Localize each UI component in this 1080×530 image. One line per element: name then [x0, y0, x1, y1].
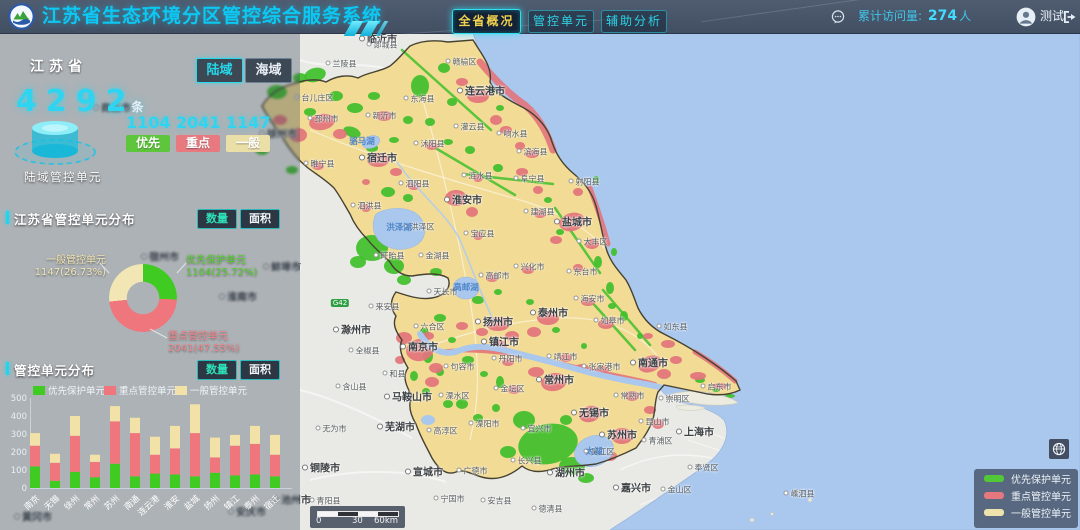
svg-text:无锡: 无锡	[43, 493, 63, 512]
total-units-unit: 条	[132, 100, 145, 114]
visit-counter-label: 累计访问量:	[858, 9, 922, 23]
svg-text:苏州: 苏州	[102, 493, 122, 513]
map-legend: 优先保护单元重点管控单元一般管控单元	[974, 469, 1078, 528]
app-header: 江苏省生态环境分区管控综合服务系统 全省概况 管控单元 辅助分析 累计访问量: …	[0, 0, 1080, 34]
svg-text:南京: 南京	[22, 493, 42, 513]
tab-area-bars[interactable]: 面积	[240, 360, 280, 380]
nav-control-units[interactable]: 管控单元	[528, 10, 594, 33]
nav-aux-analysis[interactable]: 辅助分析	[601, 10, 667, 33]
svg-text:优先保护单元: 优先保护单元	[48, 385, 106, 397]
svg-text:一般管控单元: 一般管控单元	[190, 385, 248, 397]
svg-text:扬州: 扬州	[202, 493, 222, 513]
cylinder-graphic	[10, 110, 100, 176]
scalebar-tick: 30	[352, 516, 363, 526]
svg-text:盐城: 盐城	[182, 493, 202, 513]
app-root: 临沂市连云港市宿迁市淮安市盐城市扬州市泰州市南京市镇江市常州市无锡市苏州市南通市…	[0, 0, 1080, 530]
svg-text:连云港: 连云港	[136, 493, 163, 519]
map-legend-row: 重点管控单元	[974, 487, 1078, 504]
stat-general: 1147 一般	[226, 113, 270, 152]
stat-general-value: 1147	[226, 113, 270, 132]
section-title-distribution: 江苏省管控单元分布	[14, 209, 136, 228]
app-logo-icon	[8, 3, 35, 30]
svg-text:0: 0	[22, 484, 27, 494]
stat-priority: 1104 优先	[126, 113, 170, 152]
tab-count-donut[interactable]: 数量	[197, 209, 237, 229]
legend-label: 一般管控单元	[1011, 505, 1071, 520]
nav-province-overview[interactable]: 全省概况	[452, 9, 521, 34]
donut-label-general: 一般管控单元1147(26.73%)	[22, 255, 106, 279]
app-title: 江苏省生态环境分区管控综合服务系统	[42, 0, 382, 33]
user-name: 测试	[1040, 0, 1064, 33]
region-label: 江苏省	[30, 56, 87, 76]
section-marker	[6, 211, 9, 224]
svg-text:300: 300	[11, 430, 27, 440]
tab-area-donut[interactable]: 面积	[240, 209, 280, 229]
visit-counter-value: 274	[926, 8, 959, 24]
svg-text:400: 400	[11, 412, 27, 422]
svg-text:重点管控单元: 重点管控单元	[119, 385, 177, 397]
visit-counter-unit: 人	[959, 9, 971, 23]
tab-sea[interactable]: 海域	[245, 58, 292, 83]
section-title-bars: 管控单元分布	[14, 360, 95, 379]
donut-chart[interactable]	[109, 264, 177, 332]
bar-chart[interactable]: 优先保护单元 重点管控单元 一般管控单元 0 100 200 300 400 500 南京无锡徐州…	[0, 383, 300, 530]
legend-swatch	[984, 475, 1004, 482]
stat-key-value: 2041	[176, 113, 220, 132]
basemap-toggle-button[interactable]	[1049, 439, 1069, 459]
legend-label: 重点管控单元	[1011, 488, 1071, 503]
globe-icon	[1052, 442, 1066, 456]
stat-priority-value: 1104	[126, 113, 170, 132]
svg-text:镇江: 镇江	[222, 493, 242, 513]
tab-land[interactable]: 陆域	[196, 58, 243, 83]
logout-icon[interactable]	[1062, 9, 1078, 25]
scalebar-tick: 0	[316, 516, 321, 526]
section-marker	[6, 362, 9, 375]
legend-swatch	[984, 509, 1004, 516]
map-legend-row: 优先保护单元	[974, 470, 1078, 487]
map-scalebar: 0 30 60km	[310, 506, 405, 528]
legend-swatch	[984, 492, 1004, 499]
svg-text:常州: 常州	[82, 493, 102, 513]
tab-count-bars[interactable]: 数量	[197, 360, 237, 380]
svg-text:100: 100	[11, 466, 27, 476]
scalebar-tick: 60km	[374, 516, 398, 526]
donut-label-priority: 优先保护单元1104(25.72%)	[186, 255, 257, 279]
stat-key: 2041 重点	[176, 113, 220, 152]
map-legend-row: 一般管控单元	[974, 504, 1078, 521]
svg-text:500: 500	[11, 394, 27, 404]
total-units-caption: 陆域管控单元	[24, 169, 102, 185]
svg-text:淮安: 淮安	[162, 493, 182, 513]
legend-label: 优先保护单元	[1011, 471, 1071, 486]
stat-priority-button[interactable]: 优先	[126, 135, 170, 152]
stat-general-button[interactable]: 一般	[226, 135, 270, 152]
user-avatar[interactable]	[1016, 7, 1036, 27]
visit-counter: 累计访问量: 274人	[858, 0, 971, 33]
svg-text:徐州: 徐州	[62, 493, 82, 513]
donut-label-key: 重点管控单元2041(47.55%)	[168, 331, 239, 355]
message-icon[interactable]	[830, 9, 846, 25]
svg-text:200: 200	[11, 448, 27, 458]
stat-key-button[interactable]: 重点	[176, 135, 220, 152]
svg-text:泰州: 泰州	[242, 493, 262, 513]
svg-text:宿迁: 宿迁	[262, 493, 282, 513]
